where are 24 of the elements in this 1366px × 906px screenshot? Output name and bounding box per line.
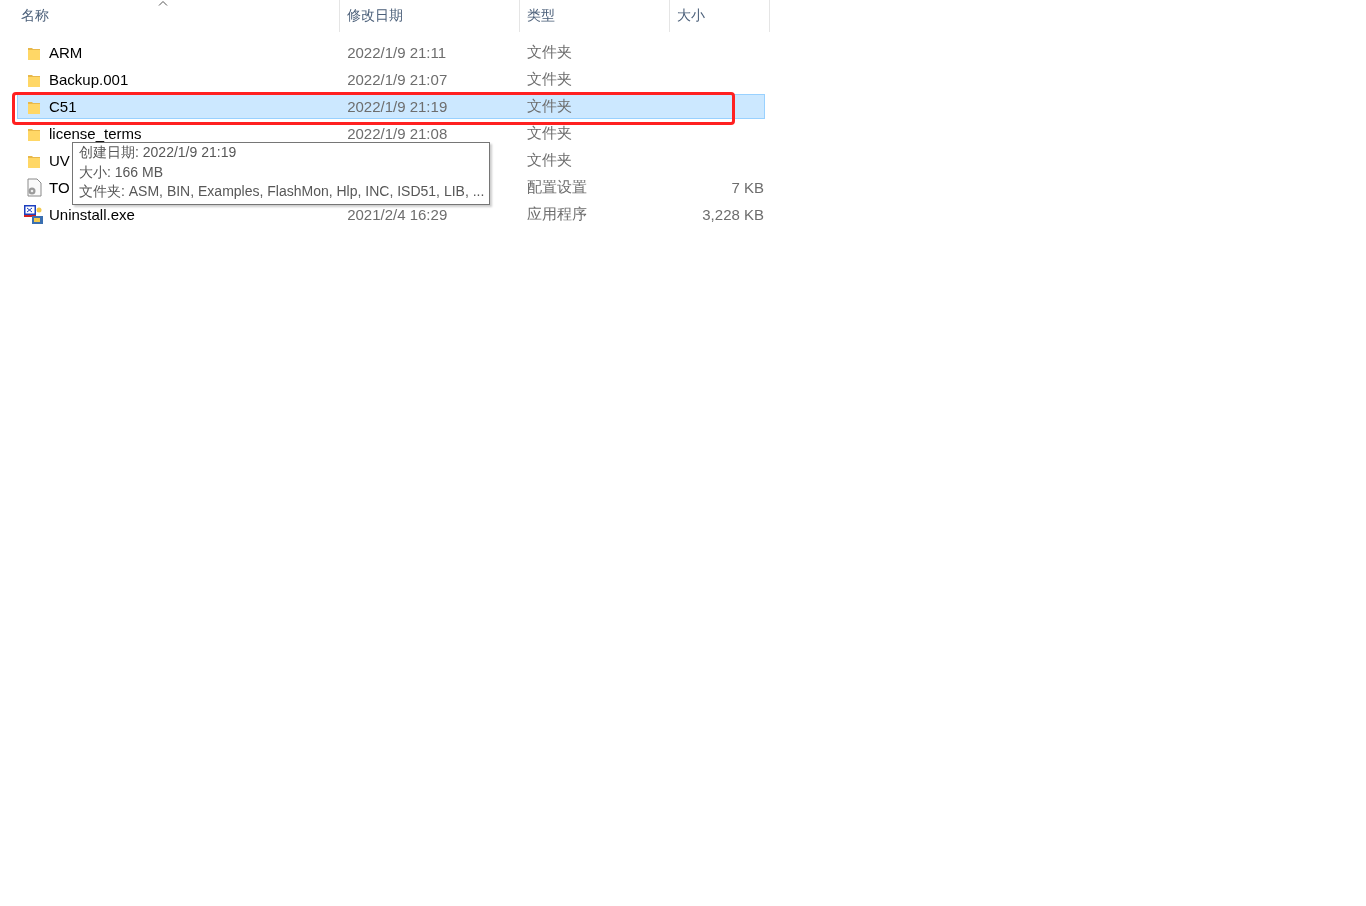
file-name: UV <box>49 152 70 169</box>
file-type: 配置设置 <box>526 178 587 195</box>
tooltip-line: 创建日期: 2022/1/9 21:19 <box>79 143 238 162</box>
modified-date: 2022/1/9 21:19 <box>347 98 448 115</box>
file-size: 3,228 KB <box>702 206 764 223</box>
modified-date: 2021/2/4 16:29 <box>347 206 448 223</box>
file-type: 文件夹 <box>526 70 572 87</box>
file-name: ARM <box>49 44 83 61</box>
modified-date: 2022/1/9 21:11 <box>347 44 447 61</box>
file-name: license_terms <box>49 125 142 142</box>
tooltip-line: 文件夹: ASM, BIN, Examples, FlashMon, Hlp, INC, ISD51, LIB, ... <box>79 182 485 201</box>
tooltip-line: 大小: 166 MB <box>79 162 165 182</box>
modified-date: 2022/1/9 21:08 <box>347 125 448 142</box>
file-type: 文件夹 <box>526 151 572 168</box>
file-type: 文件夹 <box>526 43 572 60</box>
file-name: C51 <box>49 98 77 115</box>
file-name: TO <box>49 179 70 196</box>
file-name: Backup.001 <box>49 71 129 88</box>
file-type: 文件夹 <box>526 97 572 114</box>
file-name: Uninstall.exe <box>49 206 135 223</box>
file-size: 7 KB <box>731 179 764 196</box>
modified-date: 2022/1/9 21:07 <box>347 71 448 88</box>
file-type: 应用程序 <box>526 205 587 222</box>
file-type: 文件夹 <box>526 124 572 141</box>
